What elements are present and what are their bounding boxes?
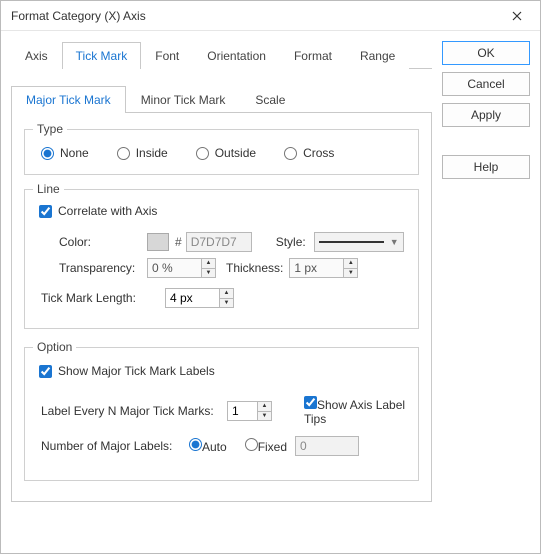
sub-tabs: Major Tick Mark Minor Tick Mark Scale (11, 85, 432, 113)
color-swatch[interactable] (147, 233, 169, 251)
spin-down-icon[interactable]: ▼ (220, 299, 233, 308)
thickness-input[interactable] (289, 258, 343, 278)
tab-range[interactable]: Range (346, 42, 409, 69)
type-none-radio[interactable] (41, 147, 54, 160)
auto-radio-label[interactable]: Auto (189, 438, 227, 454)
type-inside[interactable]: Inside (117, 146, 168, 160)
ticklen-label: Tick Mark Length: (37, 291, 165, 305)
color-label: Color: (37, 235, 147, 249)
ticklen-input[interactable] (165, 288, 219, 308)
transparency-input[interactable] (147, 258, 201, 278)
num-labels-label: Number of Major Labels: (41, 439, 181, 453)
tab-font[interactable]: Font (141, 42, 193, 69)
type-outside-radio[interactable] (196, 147, 209, 160)
subtab-scale[interactable]: Scale (240, 86, 300, 113)
transparency-spinner[interactable]: ▲▼ (147, 258, 216, 278)
subtab-major[interactable]: Major Tick Mark (11, 86, 126, 113)
type-outside[interactable]: Outside (196, 146, 256, 160)
line-style-icon (319, 241, 384, 243)
type-cross-radio[interactable] (284, 147, 297, 160)
fixed-radio-label[interactable]: Fixed (245, 438, 287, 454)
fixed-input[interactable] (295, 436, 359, 456)
option-group: Option Show Major Tick Mark Labels Label… (24, 347, 419, 481)
color-input[interactable] (186, 232, 252, 252)
line-legend: Line (33, 182, 64, 196)
type-inside-radio[interactable] (117, 147, 130, 160)
cancel-button[interactable]: Cancel (442, 72, 530, 96)
show-tips[interactable]: Show Axis Label Tips (304, 396, 406, 426)
apply-button[interactable]: Apply (442, 103, 530, 127)
style-label: Style: (276, 235, 306, 249)
title-bar: Format Category (X) Axis (1, 1, 540, 31)
button-column: OK Cancel Apply Help (442, 41, 530, 502)
main-tabs: Axis Tick Mark Font Orientation Format R… (11, 41, 432, 69)
thickness-label: Thickness: (226, 261, 283, 275)
spin-down-icon[interactable]: ▼ (258, 412, 271, 421)
style-select[interactable]: ▼ (314, 232, 404, 252)
spin-up-icon[interactable]: ▲ (220, 289, 233, 299)
close-icon (512, 11, 522, 21)
help-button[interactable]: Help (442, 155, 530, 179)
tab-tickmark[interactable]: Tick Mark (62, 42, 142, 69)
every-n-label: Label Every N Major Tick Marks: (41, 404, 219, 418)
option-legend: Option (33, 340, 76, 354)
hash: # (175, 235, 182, 249)
show-major-labels[interactable]: Show Major Tick Mark Labels (39, 364, 404, 378)
thickness-spinner[interactable]: ▲▼ (289, 258, 358, 278)
type-none[interactable]: None (41, 146, 89, 160)
show-tips-checkbox[interactable] (304, 396, 317, 409)
spin-down-icon[interactable]: ▼ (202, 269, 215, 278)
fixed-radio[interactable] (245, 438, 258, 451)
spin-down-icon[interactable]: ▼ (344, 269, 357, 278)
every-n-spinner[interactable]: ▲▼ (227, 401, 272, 421)
ticklen-spinner[interactable]: ▲▼ (165, 288, 234, 308)
spin-up-icon[interactable]: ▲ (344, 259, 357, 269)
panel: Type None Inside Outside Cross Line Corr… (11, 113, 432, 502)
auto-radio[interactable] (189, 438, 202, 451)
chevron-down-icon: ▼ (390, 237, 399, 247)
spin-up-icon[interactable]: ▲ (258, 402, 271, 412)
line-group: Line Correlate with Axis Color: # Style:… (24, 189, 419, 329)
window-title: Format Category (X) Axis (11, 9, 502, 23)
type-legend: Type (33, 122, 67, 136)
spin-up-icon[interactable]: ▲ (202, 259, 215, 269)
type-group: Type None Inside Outside Cross (24, 129, 419, 175)
subtab-minor[interactable]: Minor Tick Mark (126, 86, 241, 113)
tab-axis[interactable]: Axis (11, 42, 62, 69)
correlate-checkbox[interactable] (39, 205, 52, 218)
tab-format[interactable]: Format (280, 42, 346, 69)
type-cross[interactable]: Cross (284, 146, 334, 160)
every-n-input[interactable] (227, 401, 257, 421)
show-major-checkbox[interactable] (39, 365, 52, 378)
ok-button[interactable]: OK (442, 41, 530, 65)
tab-orientation[interactable]: Orientation (193, 42, 280, 69)
close-button[interactable] (502, 1, 532, 31)
transparency-label: Transparency: (37, 261, 147, 275)
correlate-axis[interactable]: Correlate with Axis (39, 204, 404, 218)
